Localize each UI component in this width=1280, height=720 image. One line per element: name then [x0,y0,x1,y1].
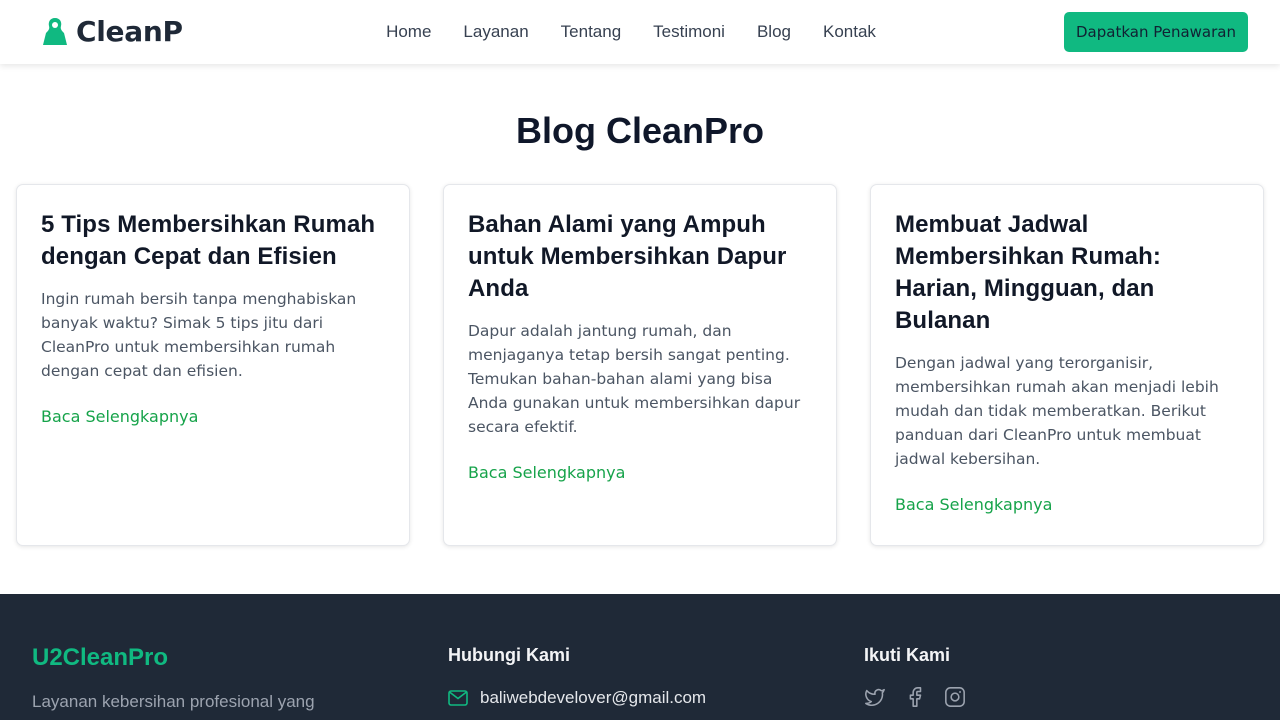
nav-link-tentang[interactable]: Tentang [561,22,622,42]
logo-icon [43,18,67,45]
blog-card-list: 5 Tips Membersihkan Rumah dengan Cepat d… [16,184,1264,546]
blog-card-excerpt: Dengan jadwal yang terorganisir, members… [895,354,1219,468]
blog-card-excerpt: Dapur adalah jantung rumah, dan menjagan… [468,322,801,436]
nav-link-testimoni[interactable]: Testimoni [653,22,725,42]
twitter-icon[interactable] [864,686,886,708]
social-links [864,686,966,708]
contact-email[interactable]: baliwebdevelover@gmail.com [448,688,706,708]
contact-email-text: baliwebdevelover@gmail.com [480,688,707,707]
nav-link-blog[interactable]: Blog [757,22,791,42]
instagram-icon[interactable] [944,686,966,708]
footer-brand: U2CleanPro [32,644,169,671]
nav-link-kontak[interactable]: Kontak [823,22,876,42]
facebook-icon[interactable] [904,686,926,708]
blog-section-title: Blog CleanPro [515,110,765,151]
nav-link-layanan[interactable]: Layanan [463,22,528,42]
blog-card-excerpt: Ingin rumah bersih tanpa menghabiskan ba… [41,290,357,380]
logo[interactable]: CleanPro [42,14,184,48]
nav-link-home[interactable]: Home [386,22,431,42]
blog-card: 5 Tips Membersihkan Rumah dengan Cepat d… [16,184,410,546]
mail-icon [448,690,468,706]
blog-card: Membuat Jadwal Membersihkan Rumah: Haria… [870,184,1264,546]
blog-card-title[interactable]: 5 Tips Membersihkan Rumah dengan Cepat d… [41,209,385,273]
blog-card-title[interactable]: Membuat Jadwal Membersihkan Rumah: Haria… [895,209,1239,337]
read-more-link[interactable]: Baca Selengkapnya [41,407,198,426]
footer-description: Layanan kebersihan profesional yang [32,692,315,711]
blog-card: Bahan Alami yang Ampuh untuk Membersihka… [443,184,837,546]
read-more-link[interactable]: Baca Selengkapnya [895,495,1052,514]
site-footer: U2CleanPro Layanan kebersihan profesiona… [0,594,1280,720]
get-quote-button[interactable]: Dapatkan Penawaran [1064,12,1248,52]
logo-text: CleanPro [76,14,184,48]
social-heading: Ikuti Kami [864,645,951,665]
contact-heading: Hubungi Kami [448,645,570,665]
site-header: CleanPro Home Layanan Tentang Testimoni … [0,0,1280,64]
read-more-link[interactable]: Baca Selengkapnya [468,463,625,482]
blog-card-title[interactable]: Bahan Alami yang Ampuh untuk Membersihka… [468,209,812,305]
